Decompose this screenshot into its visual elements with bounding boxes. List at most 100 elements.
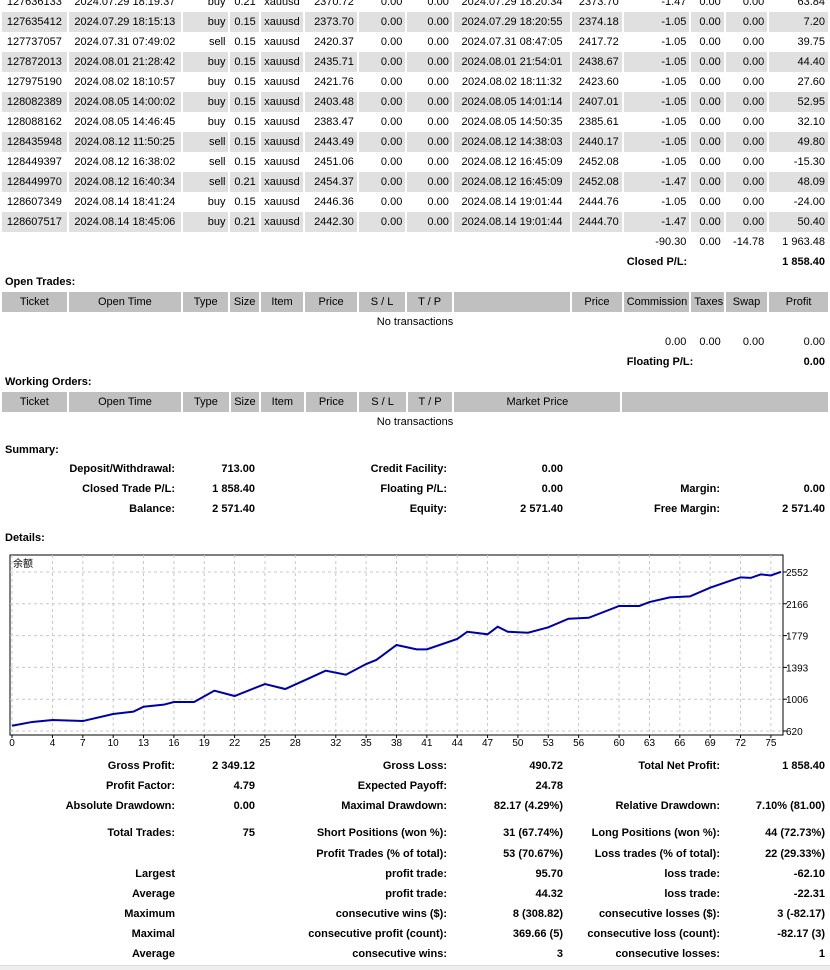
cell-open-time: 2024.08.12 16:38:02 <box>74 156 176 168</box>
cell-open-time: 2024.08.14 18:41:24 <box>74 196 176 208</box>
stat-label: Maximum <box>124 908 175 920</box>
cell-taxes: 0.00 <box>699 36 721 48</box>
column-header: Ticket <box>2 392 67 412</box>
stat-value: 22 (29.33%) <box>765 848 825 860</box>
cell-close-time: 2024.07.31 08:47:05 <box>461 36 563 48</box>
cell-commission: -1.47 <box>661 0 687 8</box>
stat-label: consecutive losses ($): <box>598 908 720 920</box>
working-orders-empty: No transactions <box>376 416 454 428</box>
x-tick-label: 56 <box>573 738 585 748</box>
stat-label: consecutive profit (count): <box>308 928 447 940</box>
summary-label: Deposit/Withdrawal: <box>69 463 175 475</box>
x-tick-label: 19 <box>199 738 211 748</box>
stat-label: Short Positions (won %): <box>316 827 447 839</box>
summary-value: 0.00 <box>541 483 563 495</box>
cell-item: xauusd <box>264 36 300 48</box>
cell-open-time: 2024.08.05 14:46:45 <box>74 116 176 128</box>
column-header: T / P <box>407 292 452 312</box>
cell-commission: -1.05 <box>623 52 690 72</box>
x-tick-label: 13 <box>138 738 150 748</box>
cell-size: 0.15 <box>234 76 256 88</box>
stat-value: 75 <box>242 827 255 839</box>
closed-trades-table: 127636133 2024.07.29 18:19:37 buy 0.21 xauus… <box>0 0 830 272</box>
x-tick-label: 4 <box>50 738 56 748</box>
stat-label: loss trade: <box>664 888 720 900</box>
floating-pl-value: 0.00 <box>803 356 825 368</box>
stat-value: 490.72 <box>529 760 563 772</box>
stat-value: 369.66 (5) <box>512 928 563 940</box>
cell-ticket: 128607517 <box>2 212 67 232</box>
y-tick-label: 2552 <box>786 568 809 579</box>
cell-ticket: 128435948 <box>2 132 67 152</box>
cell-profit: 50.40 <box>769 212 828 232</box>
cell-close-price: 2407.01 <box>572 92 622 112</box>
cell-commission: -1.05 <box>623 12 690 32</box>
open-total-commission: 0.00 <box>665 336 687 348</box>
column-header <box>453 292 571 312</box>
cell-close-price: 2452.08 <box>572 172 622 192</box>
open-trades-header: Ticket Open Time Type Size Item Price S / LT /… <box>2 292 828 312</box>
stat-label: consecutive losses: <box>615 948 720 960</box>
floating-pl-label: Floating P/L: <box>626 356 694 368</box>
cell-close-price: 2444.70 <box>572 212 622 232</box>
cell-swap: 0.00 <box>742 116 765 128</box>
column-header: S / L <box>359 392 406 412</box>
summary-value: 1 858.40 <box>212 483 255 495</box>
column-header <box>622 392 828 412</box>
trade-row: 128449397 2024.08.12 16:38:02 sell 0.15 xauu… <box>2 152 828 172</box>
y-tick-label: 620 <box>786 727 803 738</box>
cell-stop-loss: 0.00 <box>358 172 406 192</box>
cell-ticket: 128449397 <box>6 156 62 168</box>
stat-value: -62.10 <box>793 868 825 880</box>
summary-value: 2 571.40 <box>782 503 825 515</box>
x-tick-label: 16 <box>168 738 180 748</box>
cell-open-price: 2370.72 <box>314 0 354 8</box>
cell-size: 0.15 <box>234 36 256 48</box>
cell-taxes: 0.00 <box>699 76 721 88</box>
trade-row: 128607517 2024.08.14 18:45:06 buy 0.21 xauus… <box>2 212 828 232</box>
cell-type: sell <box>208 36 226 48</box>
x-tick-label: 47 <box>482 738 494 748</box>
cell-open-price: 2421.76 <box>314 76 354 88</box>
stat-value: 95.70 <box>535 868 563 880</box>
y-tick-label: 1006 <box>786 695 809 706</box>
stat-label: Absolute Drawdown: <box>65 800 175 812</box>
summary-label: Margin: <box>680 483 720 495</box>
column-header: Market Price <box>454 392 621 412</box>
working-orders-title: Working Orders: <box>5 376 92 388</box>
column-header: Commission <box>623 292 690 312</box>
stat-value: 24.78 <box>535 780 563 792</box>
cell-size: 0.21 <box>230 212 259 232</box>
cell-open-price: 2446.36 <box>314 196 354 208</box>
stat-label: Long Positions (won %): <box>591 827 720 839</box>
summary-label: Equity: <box>409 503 447 515</box>
trade-row: 128088162 2024.08.05 14:46:45 buy 0.15 xauus… <box>2 112 828 132</box>
trade-row: 128607349 2024.08.14 18:41:24 buy 0.15 xauus… <box>2 192 828 212</box>
column-header: Profit <box>769 292 828 312</box>
cell-type: sell <box>182 132 229 152</box>
x-tick-label: 35 <box>361 738 373 748</box>
summary-label: Closed Trade P/L: <box>82 483 175 495</box>
cell-open-time: 2024.08.05 14:00:02 <box>68 92 181 112</box>
cell-stop-loss: 0.00 <box>358 52 406 72</box>
cell-swap: 0.00 <box>725 132 768 152</box>
cell-stop-loss: 0.00 <box>380 0 403 8</box>
cell-open-time: 2024.08.12 16:40:34 <box>68 172 181 192</box>
open-trades-title: Open Trades: <box>5 276 76 288</box>
cell-stop-loss: 0.00 <box>380 76 403 88</box>
cell-ticket: 127636133 <box>6 0 62 8</box>
y-tick-label: 1779 <box>786 632 809 643</box>
stat-value: 44 (72.73%) <box>765 827 825 839</box>
cell-close-price: 2374.18 <box>572 12 622 32</box>
cell-take-profit: 0.00 <box>427 196 449 208</box>
open-total-swap: 0.00 <box>742 336 765 348</box>
summary-label: Credit Facility: <box>370 463 447 475</box>
column-header: T / P <box>407 392 453 412</box>
cell-taxes: 0.00 <box>699 196 721 208</box>
stat-label: Maximal Drawdown: <box>341 800 447 812</box>
trade-row: 127635412 2024.07.29 18:15:13 buy 0.15 xauus… <box>2 12 828 32</box>
cell-take-profit: 0.00 <box>407 172 452 192</box>
cell-size: 0.21 <box>230 172 259 192</box>
cell-stop-loss: 0.00 <box>380 116 403 128</box>
cell-swap: 0.00 <box>742 76 765 88</box>
